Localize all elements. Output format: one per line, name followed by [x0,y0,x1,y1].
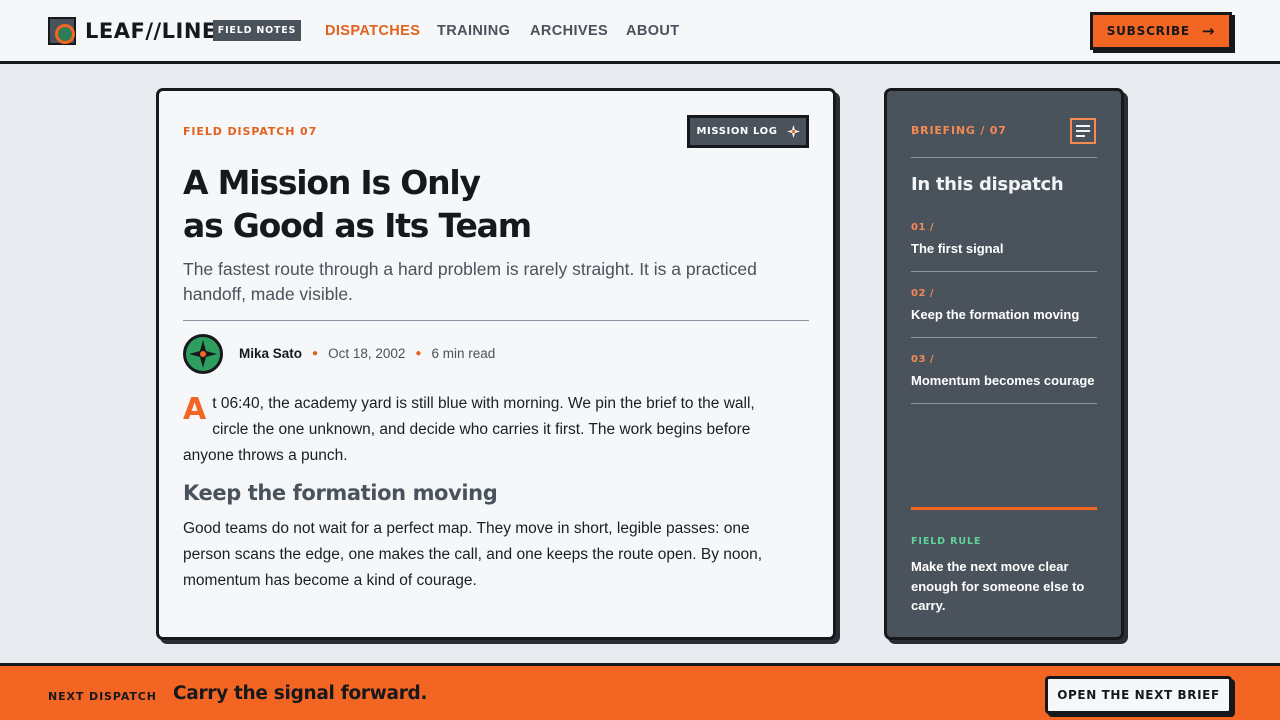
nav-item-archives[interactable]: ARCHIVES [530,22,608,40]
publish-date: Oct 18, 2002 [328,346,406,361]
drop-cap: A [183,392,207,427]
article-deck: The fastest route through a hard problem… [183,259,757,304]
next-dispatch-label: Next Dispatch [48,690,157,703]
field-rule-text: Make the next move clear enough for some… [911,559,1085,613]
author-avatar[interactable] [183,334,223,374]
toc-number: 02 / [911,288,935,299]
arrow-right-icon: → [1201,21,1216,40]
toc-item-first-signal[interactable]: 01 / The first signal [911,220,1097,258]
toc-number: 01 / [911,222,935,233]
headline-line-1: A Mission Is Only [183,163,481,202]
article-headline: A Mission Is Only as Good as Its Team [183,161,703,247]
byline: Mika Sato ● Oct 18, 2002 ● 6 min read [239,345,495,363]
compass-avatar-icon [189,340,217,368]
list-icon[interactable] [1070,118,1096,144]
nav-item-dispatches[interactable]: DISPATCHES [325,22,420,40]
toc-item-formation[interactable]: 02 / Keep the formation moving [911,286,1097,324]
separator-dot: ● [312,348,319,359]
next-dispatch-title: Carry the signal forward. [173,683,428,704]
paragraph-text: t 06:40, the academy yard is still blue … [183,395,755,464]
briefing-sidebar: Briefing / 07 In this dispatch 01 / The … [884,88,1124,640]
toc-label: The first signal [911,241,1004,256]
separator-dot: ● [415,348,422,359]
article-paragraph: At 06:40, the academy yard is still blue… [183,391,783,469]
divider [911,271,1097,272]
compass-star-icon [786,125,800,138]
sidebar-eyebrow: Briefing / 07 [911,124,1007,137]
nav-item-about[interactable]: ABOUT [626,22,680,40]
mission-log-button[interactable]: Mission Log [687,115,809,148]
divider [183,320,809,321]
toc-label: Keep the formation moving [911,307,1080,322]
mission-log-label: Mission Log [696,126,778,137]
next-dispatch-bar: Next Dispatch Carry the signal forward. … [0,663,1280,720]
open-next-brief-button[interactable]: Open the next brief [1045,676,1232,714]
field-rule-eyebrow: Field Rule [911,536,982,547]
nav-item-training[interactable]: TRAINING [437,22,510,40]
divider [911,157,1097,158]
toc-number: 03 / [911,354,935,365]
subscribe-button-label: Subscribe [1106,24,1190,38]
leaf-badge-icon[interactable] [48,17,76,45]
divider [911,403,1097,404]
article-card: Field Dispatch 07 Mission Log A Mission … [156,88,836,640]
headline-line-2: as Good as Its Team [183,206,532,245]
divider [911,337,1097,338]
subscribe-button[interactable]: Subscribe → [1090,12,1232,50]
toc-item-momentum[interactable]: 03 / Momentum becomes courage [911,352,1097,390]
read-time: 6 min read [431,346,496,361]
toc-label: Momentum becomes courage [911,373,1095,388]
brand-name[interactable]: LEAF//LINE [85,17,217,45]
brand-tag: Field Notes [213,20,301,41]
article-eyebrow: Field Dispatch 07 [183,125,318,138]
top-navigation-bar: LEAF//LINE Field Notes DISPATCHES TRAINI… [0,0,1280,64]
article-paragraph: Good teams do not wait for a perfect map… [183,520,763,589]
author-name[interactable]: Mika Sato [239,345,302,363]
section-heading: Keep the formation moving [183,481,498,505]
accent-rule [911,507,1097,510]
sidebar-title: In this dispatch [911,174,1064,195]
